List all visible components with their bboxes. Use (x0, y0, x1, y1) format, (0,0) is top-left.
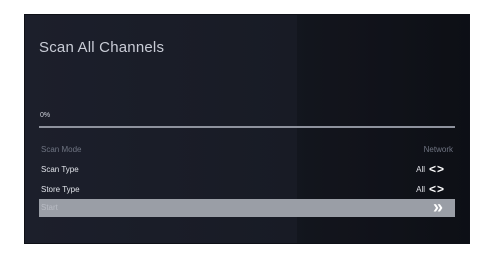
scan-mode-label: Scan Mode (41, 145, 82, 154)
scan-type-row[interactable]: Scan Type All <> (39, 161, 455, 178)
scan-type-label: Scan Type (41, 165, 79, 174)
start-button[interactable]: Start » (39, 197, 455, 217)
store-type-value: All (416, 185, 425, 194)
store-type-label: Store Type (41, 185, 80, 194)
progress-percent: 0% (40, 112, 51, 119)
store-type-arrows-icon[interactable]: <> (429, 182, 445, 196)
tv-scan-screen: Scan All Channels 0% Scan Mode Network S… (24, 14, 470, 244)
scan-mode-value: Network (423, 145, 453, 154)
scan-type-value: All (416, 165, 425, 174)
scan-progress-bar (39, 126, 455, 128)
store-type-row[interactable]: Store Type All <> (39, 181, 455, 198)
start-label: Start (41, 203, 58, 212)
double-chevron-right-icon: » (432, 197, 443, 217)
page-title: Scan All Channels (39, 39, 165, 56)
scan-mode-row: Scan Mode Network (39, 141, 455, 158)
scan-type-arrows-icon[interactable]: <> (429, 162, 445, 176)
